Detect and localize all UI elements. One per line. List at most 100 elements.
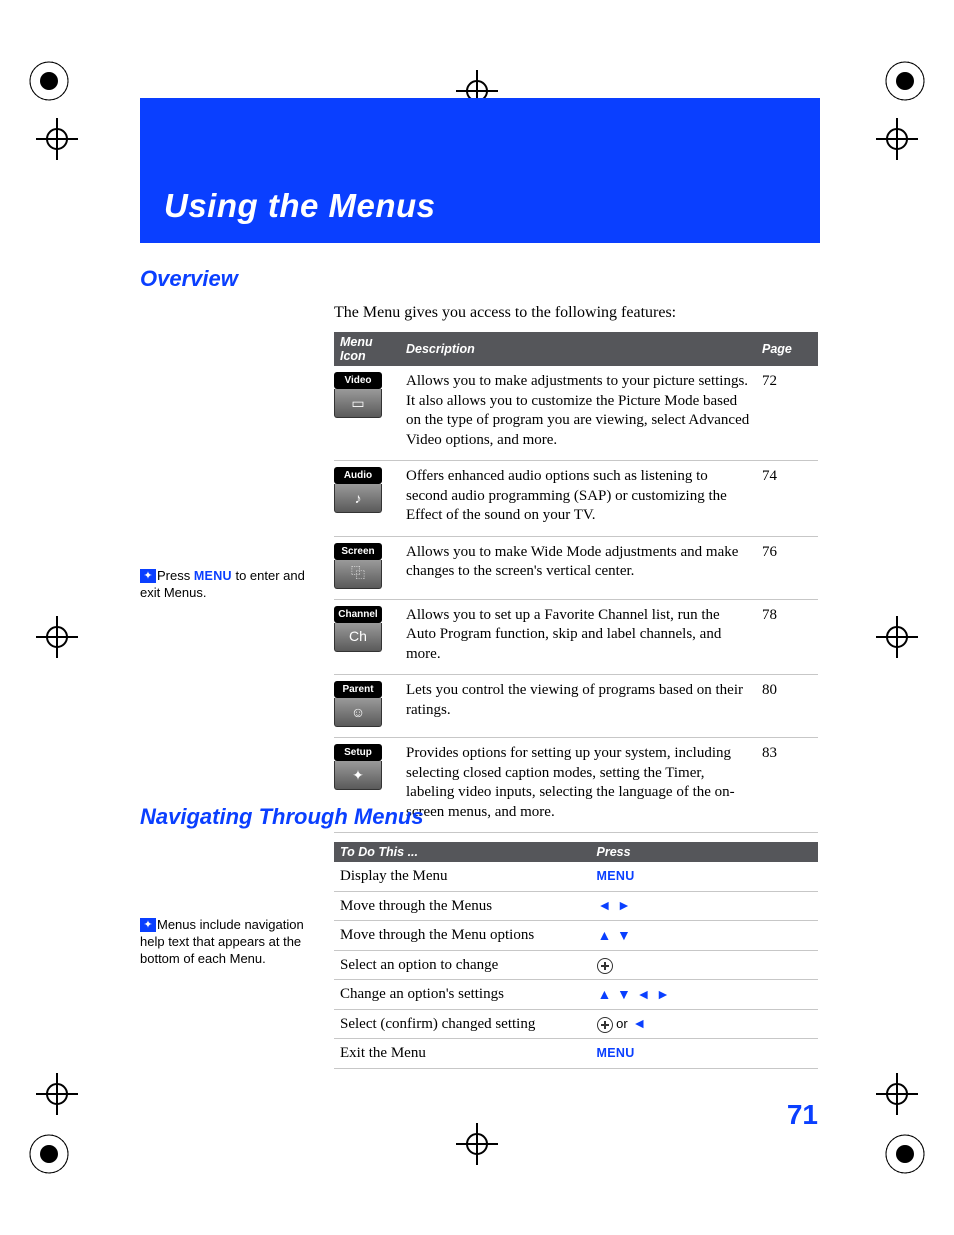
tip-icon: ✦	[140, 918, 156, 932]
joystick-icon	[597, 958, 613, 974]
crosshair-icon	[876, 616, 918, 658]
arrow-icon: ◄	[631, 1013, 647, 1034]
menu-key-label: MENU	[597, 869, 635, 883]
crosshair-icon	[876, 1073, 918, 1115]
feature-description: Allows you to make Wide Mode adjustments…	[400, 536, 756, 599]
col-header-press: Press	[591, 842, 818, 862]
feature-description: Provides options for setting up your sys…	[400, 738, 756, 833]
menu-icon-audio: Audio♪	[334, 467, 382, 513]
menu-icon-cell: Audio♪	[334, 461, 400, 537]
overview-intro: The Menu gives you access to the followi…	[334, 302, 818, 324]
feature-description: Offers enhanced audio options such as li…	[400, 461, 756, 537]
press-cell: ▲ ▼ ◄ ►	[591, 980, 818, 1010]
crosshair-icon	[876, 118, 918, 160]
col-header-description: Description	[400, 332, 756, 366]
menu-key-label: MENU	[597, 1046, 635, 1060]
menu-icon-glyph: ♪	[334, 484, 382, 513]
table-row: Select an option to change	[334, 950, 818, 980]
regmark-icon	[884, 1133, 926, 1175]
table-row: Move through the Menus◄ ►	[334, 891, 818, 921]
press-cell: MENU	[591, 862, 818, 891]
crosshair-icon	[456, 1123, 498, 1165]
section-heading-overview: Overview	[140, 266, 238, 292]
table-row: Display the Menu MENU	[334, 862, 818, 891]
nav-action: Display the Menu	[334, 862, 591, 891]
table-row: Video▭ Allows you to make adjustments to …	[334, 366, 818, 461]
tip-press-menu: ✦Press MENU to enter and exit Menus.	[140, 568, 305, 602]
nav-action: Select an option to change	[334, 950, 591, 980]
menu-icon-screen: Screen⿻	[334, 543, 382, 589]
nav-action: Move through the Menu options	[334, 921, 591, 951]
feature-page-ref: 80	[756, 675, 818, 738]
press-cell	[591, 950, 818, 980]
press-cell: or ◄	[591, 1009, 818, 1039]
crosshair-icon	[36, 118, 78, 160]
joystick-icon	[597, 1017, 613, 1033]
menu-icon-glyph: ☺	[334, 698, 382, 727]
menu-icon-cell: Video▭	[334, 366, 400, 461]
menu-icon-video: Video▭	[334, 372, 382, 418]
arrow-icon: ▼	[616, 984, 632, 1005]
feature-description: Allows you to make adjustments to your p…	[400, 366, 756, 461]
menu-icon-glyph: ✦	[334, 761, 382, 790]
arrow-icon: ▲	[597, 984, 613, 1005]
feature-description: Lets you control the viewing of programs…	[400, 675, 756, 738]
nav-table: To Do This ... Press Display the Menu MEN…	[334, 842, 818, 1069]
table-row: Parent☺Lets you control the viewing of p…	[334, 675, 818, 738]
menu-icon-setup: Setup✦	[334, 744, 382, 790]
menu-icon-label: Video	[334, 372, 382, 389]
feature-description: Allows you to set up a Favorite Channel …	[400, 599, 756, 675]
menu-icon-cell: ChannelCh	[334, 599, 400, 675]
arrow-icon: ◄	[597, 895, 613, 916]
menu-icon-label: Setup	[334, 744, 382, 761]
arrow-icon: ◄	[635, 984, 651, 1005]
feature-page-ref: 83	[756, 738, 818, 833]
arrow-icon: ▲	[597, 925, 613, 946]
feature-table: Menu Icon Description Page Video▭ Allows …	[334, 332, 818, 833]
table-row: Move through the Menu options▲ ▼	[334, 921, 818, 951]
feature-page-ref: 78	[756, 599, 818, 675]
crosshair-icon	[36, 1073, 78, 1115]
menu-icon-label: Screen	[334, 543, 382, 560]
col-header-action: To Do This ...	[334, 842, 591, 862]
menu-icon-cell: Parent☺	[334, 675, 400, 738]
crosshair-icon	[36, 616, 78, 658]
press-cell: MENU	[591, 1039, 818, 1069]
tip-help-text: ✦Menus include navigation help text that…	[140, 917, 305, 968]
table-row: Change an option's settings▲ ▼ ◄ ►	[334, 980, 818, 1010]
table-row: ChannelCh Allows you to set up a Favorite…	[334, 599, 818, 675]
press-cell: ◄ ►	[591, 891, 818, 921]
press-cell: ▲ ▼	[591, 921, 818, 951]
menu-icon-cell: Screen⿻	[334, 536, 400, 599]
arrow-icon: ▼	[616, 925, 632, 946]
regmark-icon	[884, 60, 926, 102]
arrow-icon: ►	[655, 984, 671, 1005]
arrow-icon: ►	[616, 895, 632, 916]
menu-icon-glyph: ▭	[334, 389, 382, 418]
chapter-banner: Using the Menus	[140, 98, 820, 243]
tip-icon: ✦	[140, 569, 156, 583]
nav-action: Exit the Menu	[334, 1039, 591, 1069]
nav-action: Change an option's settings	[334, 980, 591, 1010]
menu-icon-label: Channel	[334, 606, 382, 623]
table-row: Screen⿻ Allows you to make Wide Mode adju…	[334, 536, 818, 599]
table-row: Audio♪ Offers enhanced audio options such…	[334, 461, 818, 537]
section-heading-navigating: Navigating Through Menus	[140, 804, 424, 830]
menu-icon-channel: ChannelCh	[334, 606, 382, 652]
table-row: Exit the Menu MENU	[334, 1039, 818, 1069]
feature-page-ref: 76	[756, 536, 818, 599]
menu-icon-label: Audio	[334, 467, 382, 484]
page-number: 71	[787, 1099, 818, 1131]
col-header-icon: Menu Icon	[334, 332, 400, 366]
feature-page-ref: 74	[756, 461, 818, 537]
regmark-icon	[28, 1133, 70, 1175]
col-header-page: Page	[756, 332, 818, 366]
chapter-title: Using the Menus	[164, 187, 436, 225]
regmark-icon	[28, 60, 70, 102]
menu-icon-glyph: ⿻	[334, 560, 382, 589]
nav-action: Select (confirm) changed setting	[334, 1009, 591, 1039]
table-row: Select (confirm) changed setting or ◄	[334, 1009, 818, 1039]
menu-icon-glyph: Ch	[334, 623, 382, 652]
nav-action: Move through the Menus	[334, 891, 591, 921]
menu-icon-label: Parent	[334, 681, 382, 698]
